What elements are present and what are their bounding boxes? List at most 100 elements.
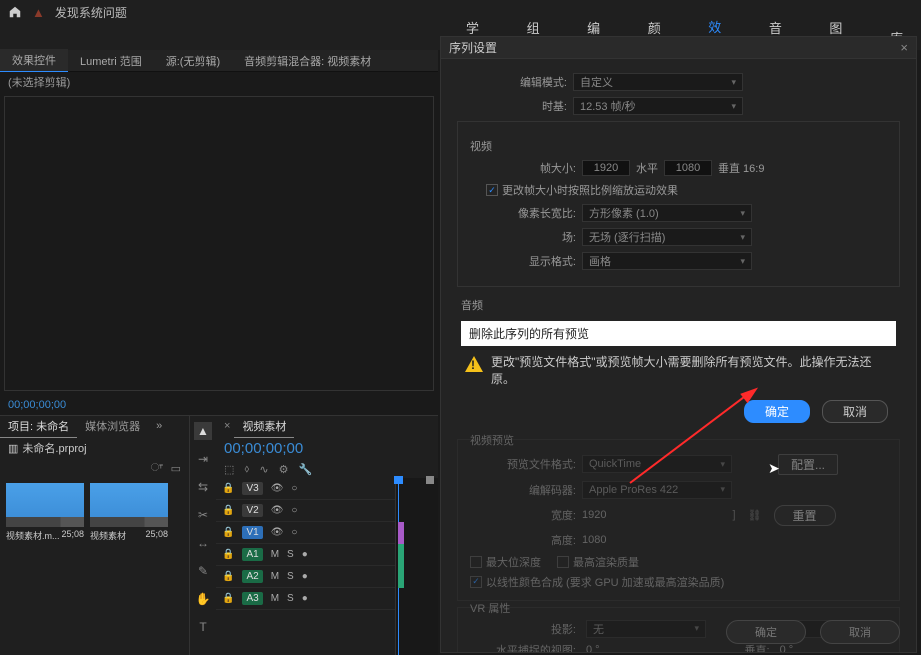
eye-icon[interactable]: 👁	[271, 483, 284, 494]
par-label: 像素长宽比:	[466, 205, 576, 221]
preview-format-select[interactable]: QuickTime	[582, 455, 732, 473]
lock-icon[interactable]: 🔒	[222, 571, 234, 582]
wrench-icon[interactable]: 🔧	[298, 463, 312, 476]
slip-tool[interactable]: ↔	[194, 534, 212, 552]
scale-motion-checkbox[interactable]	[486, 184, 498, 196]
timebase-select[interactable]: 12.53 帧/秒	[573, 97, 743, 115]
height-value[interactable]: 1080	[582, 534, 606, 546]
vr-hfov-value: 0 °	[586, 644, 600, 652]
track-select-tool[interactable]: ⇥	[194, 450, 212, 468]
link-icon[interactable]: ⛓	[748, 509, 762, 522]
toggle-icon[interactable]: ○	[291, 527, 297, 538]
mic-icon[interactable]: ●	[302, 593, 308, 604]
effect-controls-empty	[4, 96, 434, 391]
type-tool[interactable]: T	[194, 618, 212, 636]
video-section: 视频	[470, 138, 891, 154]
project-thumb[interactable]: 视频素材25;08	[90, 483, 168, 542]
dialog-ok-button[interactable]: 确定	[726, 620, 806, 644]
tab-source[interactable]: 源:(无剪辑)	[154, 50, 232, 72]
max-depth-label: 最大位深度	[486, 554, 541, 570]
filter-icon[interactable]: ਾ	[151, 462, 163, 475]
timebase-label: 时基:	[457, 98, 567, 114]
lock-icon[interactable]: 🔒	[222, 527, 234, 538]
confirm-subdialog: 删除此序列的所有预览 更改"预览文件格式"或预览帧大小需要删除所有预览文件。此操…	[461, 321, 896, 431]
audio-clip[interactable]	[398, 544, 404, 566]
eye-icon[interactable]: 👁	[271, 505, 284, 516]
display-format-label: 显示格式:	[466, 253, 576, 269]
edit-mode-label: 编辑模式:	[457, 74, 567, 90]
project-thumb[interactable]: 视频素材.m...25;08	[6, 483, 84, 542]
tab-media-browser[interactable]: 媒体浏览器	[77, 415, 148, 437]
track-a3[interactable]: A3	[242, 592, 262, 605]
hand-tool[interactable]: ✋	[194, 590, 212, 608]
dialog-title: 序列设置	[449, 39, 497, 56]
razor-tool[interactable]: ✂	[194, 506, 212, 524]
linear-comp-checkbox[interactable]	[470, 576, 482, 588]
track-a2[interactable]: A2	[242, 570, 262, 583]
confirm-ok-button[interactable]: 确定	[744, 400, 810, 423]
configure-button[interactable]: 配置...	[778, 454, 838, 475]
close-icon[interactable]: ×	[900, 40, 908, 55]
reset-button[interactable]: 重置	[774, 505, 836, 526]
pen-tool[interactable]: ✎	[194, 562, 212, 580]
display-format-select[interactable]: 画格	[582, 252, 752, 270]
track-v2[interactable]: V2	[242, 504, 262, 517]
lock-icon[interactable]: 🔒	[222, 593, 234, 604]
cursor-icon: ➤	[768, 460, 780, 477]
snap-icon[interactable]: ⬚	[224, 463, 234, 476]
dialog-cancel-button[interactable]: 取消	[820, 620, 900, 644]
edit-mode-select[interactable]: 自定义	[573, 73, 743, 91]
width-value[interactable]: 1920	[582, 509, 606, 521]
max-quality-checkbox[interactable]	[557, 556, 569, 568]
vr-proj-label: 投影:	[466, 621, 576, 637]
source-tabs-row: 效果控件 Lumetri 范围 源:(无剪辑) 音频剪辑混合器: 视频素材	[0, 50, 438, 72]
par-select[interactable]: 方形像素 (1.0)	[582, 204, 752, 222]
video-clip[interactable]	[398, 522, 404, 544]
ripple-tool[interactable]: ⇆	[194, 478, 212, 496]
height-label: 高度:	[466, 532, 576, 548]
tab-lumetri[interactable]: Lumetri 范围	[68, 50, 154, 72]
codec-select[interactable]: Apple ProRes 422	[582, 481, 732, 499]
confirm-message: 更改"预览文件格式"或预览帧大小需要删除所有预览文件。此操作无法还原。	[491, 354, 892, 388]
tab-project[interactable]: 项目: 未命名	[0, 415, 77, 438]
no-clip-label: (未选择剪辑)	[0, 72, 438, 92]
track-v1[interactable]: V1	[242, 526, 262, 539]
frame-size-label: 帧大小:	[466, 160, 576, 176]
timeline-timecode[interactable]: 00;00;00;00	[216, 436, 438, 461]
tab-more[interactable]: »	[148, 417, 170, 435]
mic-icon[interactable]: ●	[302, 571, 308, 582]
tab-close-x[interactable]: ×	[224, 420, 230, 432]
tab-effect-controls[interactable]: 效果控件	[0, 49, 68, 73]
frame-width-input[interactable]: 1920	[582, 160, 630, 176]
tab-audio-mixer[interactable]: 音频剪辑混合器: 视频素材	[232, 50, 383, 72]
system-warning-title: 发现系统问题	[55, 4, 127, 21]
lock-icon[interactable]: 🔒	[222, 483, 234, 494]
thumb-preview	[90, 483, 168, 527]
track-v3[interactable]: V3	[242, 482, 262, 495]
selection-tool[interactable]: ▲	[194, 422, 212, 440]
fields-select[interactable]: 无场 (逐行扫描)	[582, 228, 752, 246]
toggle-icon[interactable]: ○	[291, 483, 297, 494]
settings-icon[interactable]: ⚙	[279, 463, 289, 476]
max-depth-checkbox[interactable]	[470, 556, 482, 568]
link-icon[interactable]: ∿	[259, 463, 268, 476]
sequence-settings-dialog: 序列设置 × 编辑模式: 自定义 时基: 12.53 帧/秒 视频 帧大小: 1…	[440, 36, 917, 653]
marker-icon[interactable]: ⬨	[244, 463, 249, 476]
track-a1[interactable]: A1	[242, 548, 262, 561]
mic-icon[interactable]: ●	[302, 549, 308, 560]
lock-icon[interactable]: 🔒	[222, 505, 234, 516]
frame-height-input[interactable]: 1080	[664, 160, 712, 176]
eye-icon[interactable]: 👁	[271, 527, 284, 538]
timeline-tab[interactable]: 视频素材	[234, 415, 294, 438]
warning-icon: ▲	[32, 5, 45, 20]
timeline-lanes[interactable]	[396, 478, 438, 655]
home-icon[interactable]	[8, 5, 22, 19]
toggle-icon[interactable]: ○	[291, 505, 297, 516]
folder-icon[interactable]: ▭	[171, 462, 181, 475]
vr-hfov-label: 水平捕捉的视图:	[466, 642, 576, 652]
vr-proj-select[interactable]: 无	[586, 620, 706, 638]
confirm-cancel-button[interactable]: 取消	[822, 400, 888, 423]
lock-icon[interactable]: 🔒	[222, 549, 234, 560]
thumb-preview	[6, 483, 84, 527]
audio-clip[interactable]	[398, 566, 404, 588]
